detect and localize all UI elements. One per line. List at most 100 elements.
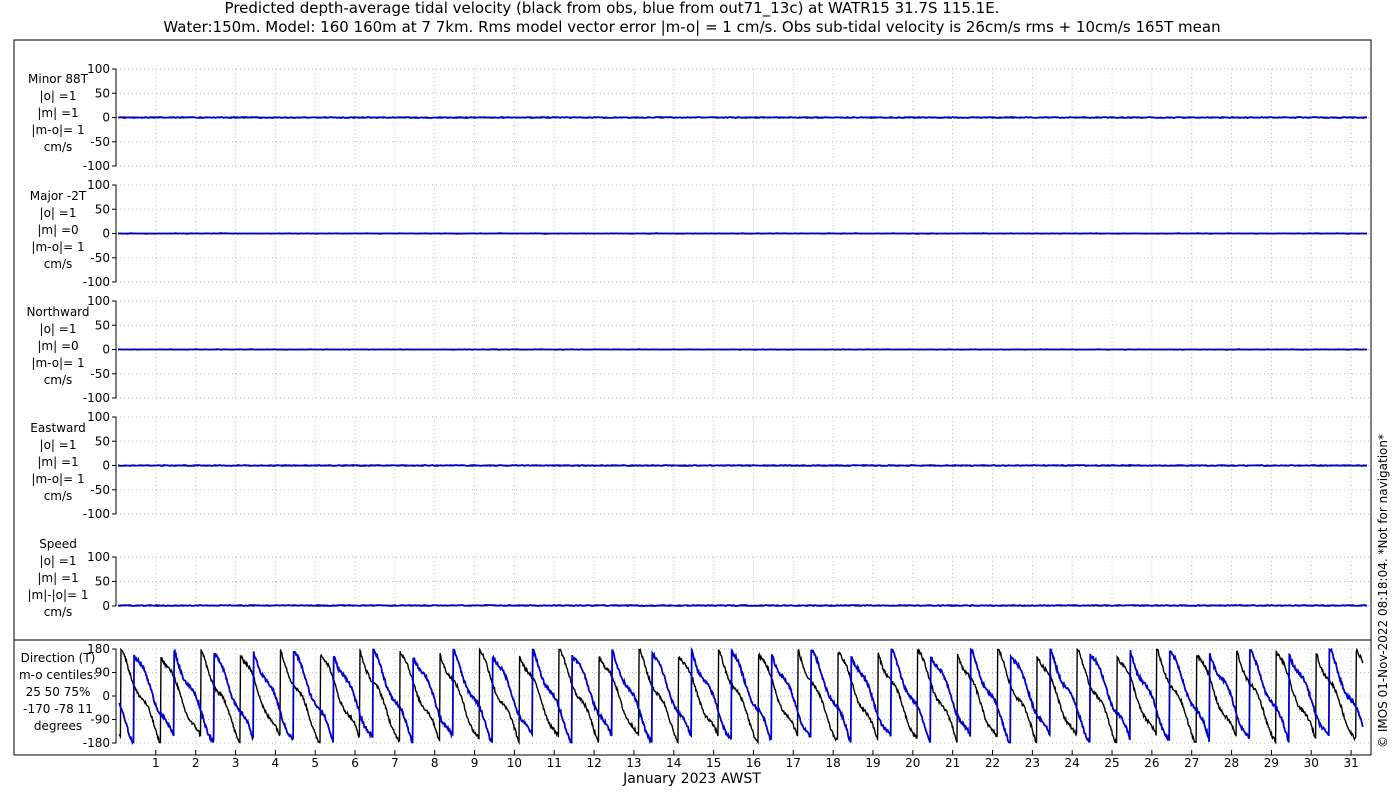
panel-label-line: Direction (T) [21,651,96,665]
x-tick-label: 30 [1304,756,1319,770]
panel-label-line: |m| =1 [37,571,78,585]
y-tick-label: 50 [95,575,110,589]
y-tick-label: 50 [95,318,110,332]
y-tick-label: -100 [83,391,110,405]
y-tick-label: 0 [102,111,110,125]
x-tick-label: 19 [865,756,880,770]
model-series-line-minor [117,116,1368,119]
footer-note: © IMOS 01-Nov-2022 08:18:04. *Not for na… [1376,434,1390,748]
x-tick-label: 9 [471,756,479,770]
x-tick-label: 7 [391,756,399,770]
panel-eastward: 100 50 0 -50 -100 Eastward |o| =1 |m| =1 |m-o|= … [30,410,1371,521]
y-tick-label: 100 [87,294,110,308]
y-tick-label: -180 [83,736,110,750]
panel-label-line: m-o centiles: [19,668,97,682]
y-tick-label: 0 [102,599,110,613]
y-tick-label: 100 [87,550,110,564]
panel-label-line: |m| =1 [37,455,78,469]
panel-label-line: |o| =1 [40,206,77,220]
panel-direction: 180900-90-180Direction (T)m-o centiles:2… [19,642,1371,750]
chart-title-line1: Predicted depth-average tidal velocity (… [225,0,1000,18]
x-tick-label: 24 [1065,756,1080,770]
x-tick-label: 26 [1144,756,1159,770]
y-tick-label: 0 [102,227,110,241]
panel-label-line: Speed [39,537,77,551]
panel-label-line: 25 50 75% [26,685,91,699]
panel-minor: 100 50 0 -50 -100 Minor 88T |o| =1 |m| =1 |m-o|=… [28,62,1371,173]
panel-label-line: Northward [26,305,89,319]
model-series-line-eastward [117,464,1368,467]
x-axis: 1 2 3 4 5 6 7 8 9 10 11 12 13 14 15 16 17 18 19 20 21 22 23 24 2… [152,750,1359,770]
x-tick-label: 1 [152,756,160,770]
panel-label-line: -170 -78 11 [23,702,93,716]
y-tick-label: -100 [83,507,110,521]
y-tick-label: -50 [90,135,110,149]
panel-label-line: |m| =0 [37,339,78,353]
figure: Predicted depth-average tidal velocity (… [13,0,1390,787]
panel-northward: 100 50 0 -50 -100 Northward |o| =1 |m| =0 |m-o|=… [26,294,1371,405]
x-tick-label: 14 [666,756,681,770]
panel-label-line: |m-o|= 1 [31,240,84,254]
x-tick-label: 29 [1264,756,1279,770]
model-series-line-speed [118,604,1368,607]
y-tick-label: -90 [90,713,110,727]
x-tick-label: 3 [232,756,240,770]
panel-label-line: |m-o|= 1 [31,123,84,137]
panel-label-line: Eastward [30,421,85,435]
y-tick-label: 0 [102,459,110,473]
main-frame [13,39,1372,641]
y-tick-label: 50 [95,86,110,100]
panel-label-line: Minor 88T [28,72,89,86]
panel-label-line: |m|-|o|= 1 [27,588,88,602]
panel-label-line: |m-o|= 1 [31,356,84,370]
x-tick-label: 31 [1343,756,1358,770]
y-tick-label: -100 [83,275,110,289]
y-tick-label: -50 [90,251,110,265]
x-axis-label: January 2023 AWST [622,771,761,787]
panel-label-line: |o| =1 [40,438,77,452]
x-tick-label: 25 [1104,756,1119,770]
x-tick-label: 21 [945,756,960,770]
panel-label-line: Major -2T [30,189,87,203]
y-tick-label: 100 [87,410,110,424]
x-tick-label: 23 [1025,756,1040,770]
panel-label-line: cm/s [44,605,73,619]
chart-title-line2: Water:150m. Model: 160 160m at 7 7km. Rm… [163,18,1220,36]
x-tick-label: 17 [786,756,801,770]
panel-label-line: |m| =0 [37,223,78,237]
x-tick-label: 6 [351,756,359,770]
x-tick-label: 20 [905,756,920,770]
x-tick-label: 12 [586,756,601,770]
panels: 100 50 0 -50 -100 Minor 88T |o| =1 |m| =1 |m-o|=… [19,62,1371,750]
panel-label-line: |m| =1 [37,106,78,120]
y-tick-label: -50 [90,483,110,497]
panel-major: 100 50 0 -50 -100 Major -2T |o| =1 |m| =0 |m-o|=… [30,178,1371,289]
x-tick-label: 5 [311,756,319,770]
panel-label-line: cm/s [44,489,73,503]
y-tick-label: 0 [102,343,110,357]
y-tick-label: -50 [90,367,110,381]
x-tick-label: 27 [1184,756,1199,770]
y-tick-label: 50 [95,202,110,216]
x-tick-label: 11 [547,756,562,770]
x-tick-label: 13 [626,756,641,770]
y-tick-label: 100 [87,62,110,76]
x-tick-label: 28 [1224,756,1239,770]
panel-label-line: |o| =1 [40,89,77,103]
y-tick-label: 100 [87,178,110,192]
x-tick-label: 18 [826,756,841,770]
x-tick-label: 8 [431,756,439,770]
x-tick-label: 16 [746,756,761,770]
panel-label-line: |o| =1 [40,554,77,568]
panel-label-line: |m-o|= 1 [31,472,84,486]
panel-label-line: |o| =1 [40,322,77,336]
panel-label-line: cm/s [44,373,73,387]
panel-speed: 100 50 0 Speed |o| =1 |m| =1 |m|-|o|= 1 cm/s [27,537,1371,619]
x-tick-label: 15 [706,756,721,770]
panel-label-line: cm/s [44,257,73,271]
y-tick-label: 0 [102,689,110,703]
panel-label-line: degrees [34,719,82,733]
panel-label-line: cm/s [44,140,73,154]
x-tick-label: 22 [985,756,1000,770]
y-tick-label: -100 [83,159,110,173]
